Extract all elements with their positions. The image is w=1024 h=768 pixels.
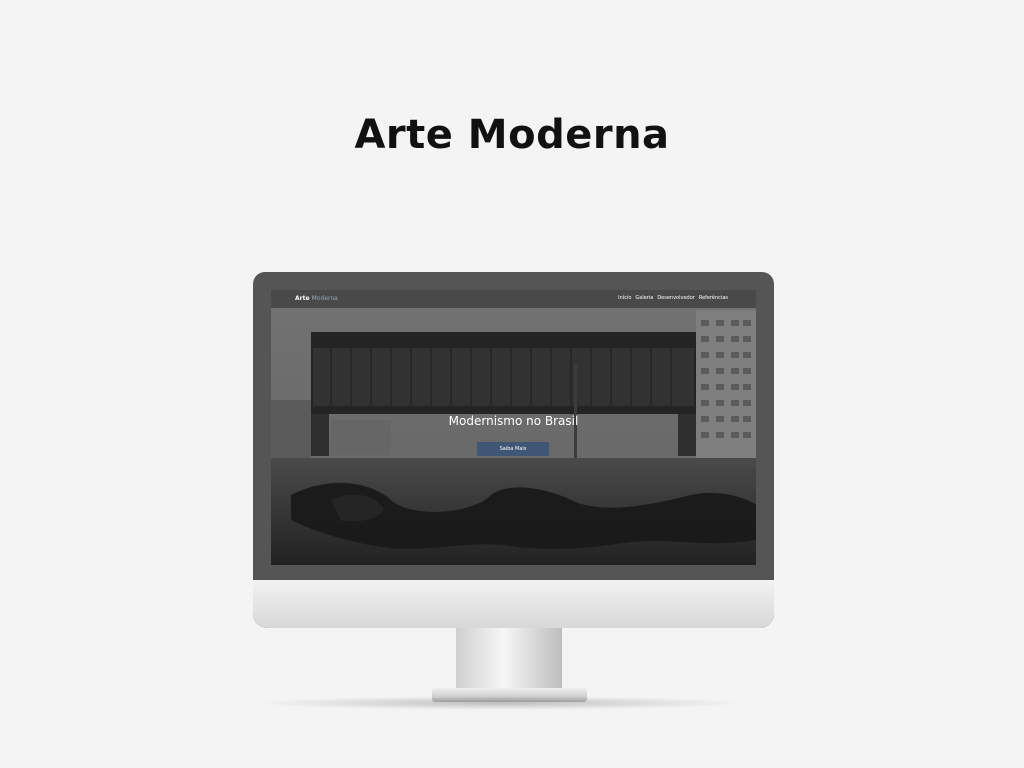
- logo-accent: Moderna: [311, 295, 338, 302]
- site-navbar: Arte Moderna Início Galeria Desenvolvedo…: [271, 290, 756, 308]
- nav-link-desenvolvedor[interactable]: Desenvolvedor: [657, 295, 695, 301]
- site-logo[interactable]: Arte Moderna: [295, 295, 338, 302]
- hero-title: Modernismo no Brasil: [448, 414, 579, 428]
- nav-link-inicio[interactable]: Início: [618, 295, 631, 301]
- page-title: Arte Moderna: [354, 112, 670, 158]
- saiba-mais-button[interactable]: Saiba Mais: [477, 442, 549, 456]
- monitor-neck: [456, 628, 562, 690]
- logo-main: Arte: [295, 295, 310, 302]
- nav-link-referencias[interactable]: Referências: [699, 295, 728, 301]
- monitor-chin: [253, 580, 774, 628]
- monitor: Arte Moderna Início Galeria Desenvolvedo…: [253, 272, 774, 628]
- monitor-shadow: [252, 696, 748, 710]
- nav-link-galeria[interactable]: Galeria: [635, 295, 653, 301]
- nav-links: Início Galeria Desenvolvedor Referências: [618, 295, 728, 301]
- monitor-screen: Arte Moderna Início Galeria Desenvolvedo…: [271, 290, 756, 565]
